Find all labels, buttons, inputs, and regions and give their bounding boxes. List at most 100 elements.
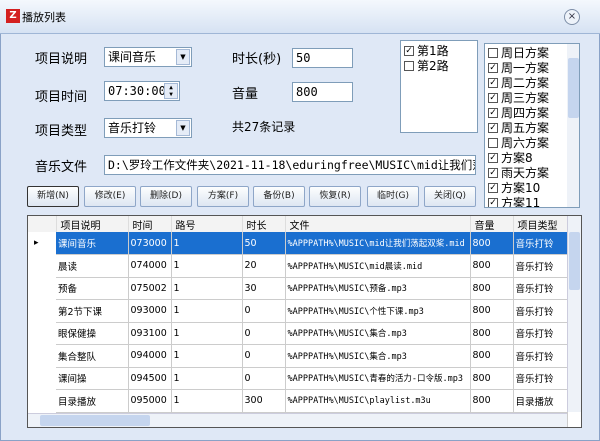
channel-item[interactable]: ✓ 第1路 [401, 43, 477, 58]
table-cell: %APPPATH%\MUSIC\预备.mp3 [285, 277, 471, 300]
checkbox-icon[interactable]: ✓ [488, 62, 498, 73]
table-row[interactable]: ▸ 课间音乐 073000 1 50 %APPPATH%\MUSIC\mid让我们荡起双桨… [28, 232, 568, 255]
spinner-icon[interactable]: ▲ ▼ [164, 83, 178, 99]
checkbox-icon[interactable]: ✓ [488, 182, 498, 193]
table-row[interactable]: 集合整队 094000 1 0 %APPPATH%\MUSIC\集合.mp3 800 音乐打… [28, 344, 568, 368]
checkbox-icon[interactable] [488, 47, 498, 58]
plan-item[interactable]: ✓ 方案10 [485, 180, 579, 195]
plan-item[interactable]: ✓ 周四方案 [485, 105, 579, 120]
table-cell: 1 [171, 389, 243, 413]
toolbar-button-5[interactable]: 恢复(R) [309, 186, 361, 207]
plan-item[interactable]: ✓ 雨天方案 [485, 165, 579, 180]
row-indicator [28, 299, 56, 322]
item-time-input[interactable]: 07:30:00 ▲ ▼ [104, 81, 180, 101]
table-row[interactable]: 目录播放 095000 1 300 %APPPATH%\MUSIC\playlist.m… [28, 389, 568, 413]
table-cell: %APPPATH%\MUSIC\个性下课.mp3 [285, 299, 471, 323]
chevron-down-icon[interactable]: ▼ [176, 120, 190, 136]
table-cell: 093000 [128, 299, 172, 323]
table-cell: 094500 [128, 367, 172, 390]
table-row[interactable]: 预备 075002 1 30 %APPPATH%\MUSIC\预备.mp3 800 音乐打铃 [28, 277, 568, 300]
plan-label: 方案11 [501, 196, 541, 208]
plan-item[interactable]: 周六方案 [485, 135, 579, 150]
toolbar-button-2[interactable]: 删除(D) [140, 186, 192, 207]
plan-list-scrollbar[interactable] [567, 44, 579, 207]
item-time-label: 项目时间 [35, 90, 88, 105]
toolbar-button-3[interactable]: 方案(F) [197, 186, 249, 207]
plan-item[interactable]: 周日方案 [485, 45, 579, 60]
checkbox-icon[interactable]: ✓ [488, 197, 498, 207]
checkbox-icon[interactable] [404, 60, 414, 71]
column-header[interactable]: 项目说明 [56, 216, 129, 232]
table-cell: 集合整队 [56, 344, 129, 368]
music-file-input[interactable]: D:\罗玲工作文件夹\2021-11-18\eduringfree\MUSIC\… [104, 155, 476, 175]
table-row[interactable]: 第2节下课 093000 1 0 %APPPATH%\MUSIC\个性下课.mp3 800… [28, 299, 568, 323]
toolbar-button-7[interactable]: 关闭(Q) [424, 186, 476, 207]
column-header[interactable]: 文件 [285, 216, 471, 232]
checkbox-icon[interactable]: ✓ [488, 92, 498, 103]
plan-item[interactable]: ✓ 周五方案 [485, 120, 579, 135]
table-cell: 音乐打铃 [513, 254, 568, 278]
checkbox-icon[interactable]: ✓ [488, 152, 498, 163]
toolbar-button-6[interactable]: 临时(G) [367, 186, 419, 207]
column-header[interactable]: 时间 [128, 216, 172, 232]
item-type-select[interactable]: 音乐打铃 ▼ [104, 118, 192, 138]
checkbox-icon[interactable]: ✓ [488, 167, 498, 178]
toolbar-button-0[interactable]: 新增(N) [27, 186, 79, 207]
table-cell: 目录播放 [513, 389, 568, 413]
table-cell: 093100 [128, 322, 172, 345]
grid-vertical-scrollbar[interactable] [567, 216, 581, 412]
table-cell: 20 [242, 254, 286, 278]
table-cell: 1 [171, 367, 243, 390]
plan-item[interactable]: ✓ 周三方案 [485, 90, 579, 105]
plan-item[interactable]: ✓ 周一方案 [485, 60, 579, 75]
duration-input[interactable]: 50 [292, 48, 353, 68]
row-indicator [28, 344, 56, 367]
close-icon[interactable]: × [564, 9, 580, 25]
row-indicator-header [28, 216, 57, 232]
column-header[interactable]: 路号 [171, 216, 243, 232]
table-cell: 800 [470, 344, 514, 368]
table-cell: 0 [242, 344, 286, 368]
table-row[interactable]: 眼保健操 093100 1 0 %APPPATH%\MUSIC\集合.mp3 800 音乐打… [28, 322, 568, 345]
row-indicator: ▸ [28, 232, 56, 255]
checkbox-icon[interactable]: ✓ [404, 45, 414, 56]
column-header[interactable]: 时长 [242, 216, 286, 232]
table-cell: 音乐打铃 [513, 299, 568, 323]
item-desc-select[interactable]: 课间音乐 ▼ [104, 47, 192, 67]
title-bar: Z 播放列表 × [0, 0, 600, 34]
toolbar-button-1[interactable]: 修改(E) [84, 186, 136, 207]
checkbox-icon[interactable]: ✓ [488, 122, 498, 133]
table-cell: %APPPATH%\MUSIC\playlist.m3u [285, 389, 471, 413]
checkbox-icon[interactable]: ✓ [488, 107, 498, 118]
table-row[interactable]: 晨读 074000 1 20 %APPPATH%\MUSIC\mid晨读.mid 800 音… [28, 254, 568, 278]
table-cell: %APPPATH%\MUSIC\青春的活力-口令版.mp3 [285, 367, 471, 390]
table-cell: 50 [242, 232, 286, 255]
table-cell: 0 [242, 322, 286, 345]
column-header[interactable]: 音量 [470, 216, 514, 232]
grid-horizontal-scrollbar[interactable] [28, 413, 567, 427]
plan-item[interactable]: ✓ 周二方案 [485, 75, 579, 90]
table-cell: 800 [470, 277, 514, 300]
table-cell: 第2节下课 [56, 299, 129, 323]
table-cell: 1 [171, 277, 243, 300]
column-header[interactable]: 项目类型 [513, 216, 568, 232]
table-cell: 预备 [56, 277, 129, 300]
table-cell: 音乐打铃 [513, 322, 568, 345]
row-indicator [28, 254, 56, 277]
table-row[interactable]: 课间操 094500 1 0 %APPPATH%\MUSIC\青春的活力-口令版.mp3… [28, 367, 568, 390]
table-cell: 074000 [128, 254, 172, 278]
table-cell: 课间操 [56, 367, 129, 390]
table-cell: 目录播放 [56, 389, 129, 413]
table-cell: 1 [171, 344, 243, 368]
checkbox-icon[interactable] [488, 137, 498, 148]
plan-item[interactable]: ✓ 方案8 [485, 150, 579, 165]
plan-item[interactable]: ✓ 方案11 [485, 195, 579, 208]
channel-item[interactable]: 第2路 [401, 58, 477, 73]
row-indicator [28, 389, 56, 412]
toolbar-button-4[interactable]: 备份(B) [253, 186, 305, 207]
item-time-value: 07:30:00 [108, 84, 166, 98]
checkbox-icon[interactable]: ✓ [488, 77, 498, 88]
chevron-down-icon[interactable]: ▼ [176, 49, 190, 65]
volume-label: 音量 [232, 87, 259, 102]
volume-input[interactable]: 800 [292, 82, 353, 102]
